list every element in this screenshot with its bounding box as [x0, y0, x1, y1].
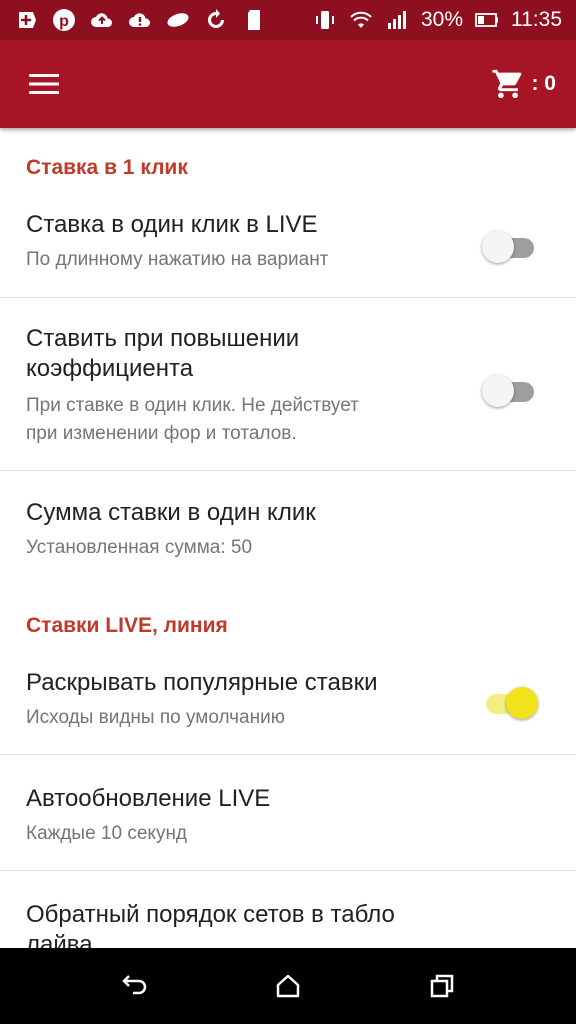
menu-button[interactable] [18, 62, 70, 106]
setting-subtitle: По длинному нажатию на вариант [26, 249, 329, 270]
setting-title: Автообновление LIVE [26, 785, 271, 812]
svg-text:p: p [59, 13, 69, 30]
divider [0, 297, 576, 298]
cloud-upload-icon [90, 8, 114, 32]
clock: 11:35 [511, 8, 562, 31]
setting-subtitle-line2: при изменении фор и тоталов. [26, 423, 297, 444]
setting-title-line2: коэффициента [26, 355, 194, 382]
setting-subtitle: Исходы видны по умолчанию [26, 707, 285, 728]
home-button[interactable] [268, 966, 308, 1006]
add-icon [14, 8, 38, 32]
setting-title: Сумма ставки в один клик [26, 499, 316, 526]
switch-thumb [482, 375, 514, 407]
setting-bet-on-odds-increase[interactable]: Ставить при повышении коэффициента При с… [0, 320, 576, 470]
setting-title-line1: Обратный порядок сетов в табло [26, 901, 395, 928]
setting-title-line1: Ставить при повышении [26, 325, 300, 352]
setting-title: Раскрывать популярные ставки [26, 669, 378, 696]
cloud-alert-icon [128, 8, 152, 32]
section-header-live: Ставки LIVE, линия [26, 614, 228, 637]
setting-reverse-set-order[interactable]: Обратный порядок сетов в табло лайва [0, 896, 576, 948]
toggle-icon [166, 8, 190, 32]
battery-icon [475, 8, 499, 32]
setting-one-click-live[interactable]: Ставка в один клик в LIVE По длинному на… [0, 206, 576, 298]
sync-icon [204, 8, 228, 32]
recent-apps-button[interactable] [422, 966, 462, 1006]
back-button[interactable] [114, 966, 154, 1006]
recent-apps-icon [430, 974, 454, 998]
vibrate-icon [313, 8, 337, 32]
setting-subtitle: Установленная сумма: 50 [26, 537, 253, 558]
divider [0, 754, 576, 755]
system-nav-bar [0, 948, 576, 1024]
setting-one-click-amount[interactable]: Сумма ставки в один клик Установленная с… [0, 494, 576, 574]
section-header-one-click: Ставка в 1 клик [26, 156, 188, 179]
setting-subtitle-line1: При ставке в один клик. Не действует [26, 395, 359, 416]
status-bar: p 30% 11:35 [0, 0, 576, 40]
setting-title-line2: лайва [26, 931, 93, 948]
toggle-switch-one-click-live[interactable] [482, 228, 538, 263]
divider [0, 470, 576, 471]
battery-percent: 30% [420, 8, 463, 31]
hamburger-menu-icon [29, 74, 59, 94]
home-icon [276, 974, 300, 998]
back-icon [122, 975, 147, 995]
cart-button[interactable]: : 0 [491, 64, 556, 104]
signal-icon [385, 8, 409, 32]
cart-count: : 0 [531, 72, 556, 95]
switch-thumb [506, 687, 538, 719]
setting-subtitle: Каждые 10 секунд [26, 823, 188, 844]
toggle-switch-popular-bets[interactable] [482, 684, 538, 719]
settings-list: Ставка в 1 клик Ставка в один клик в LIV… [0, 128, 576, 948]
toggle-switch-odds-increase[interactable] [482, 372, 538, 407]
setting-live-autorefresh[interactable]: Автообновление LIVE Каждые 10 секунд [0, 780, 576, 870]
setting-expand-popular-bets[interactable]: Раскрывать популярные ставки Исходы видн… [0, 664, 576, 754]
divider [0, 870, 576, 871]
sd-card-icon [242, 8, 266, 32]
wifi-icon [349, 8, 373, 32]
switch-thumb [482, 231, 514, 263]
pinterest-icon: p [52, 8, 76, 32]
app-bar: : 0 [0, 40, 576, 128]
shopping-cart-icon [492, 69, 522, 99]
setting-title: Ставка в один клик в LIVE [26, 211, 318, 238]
